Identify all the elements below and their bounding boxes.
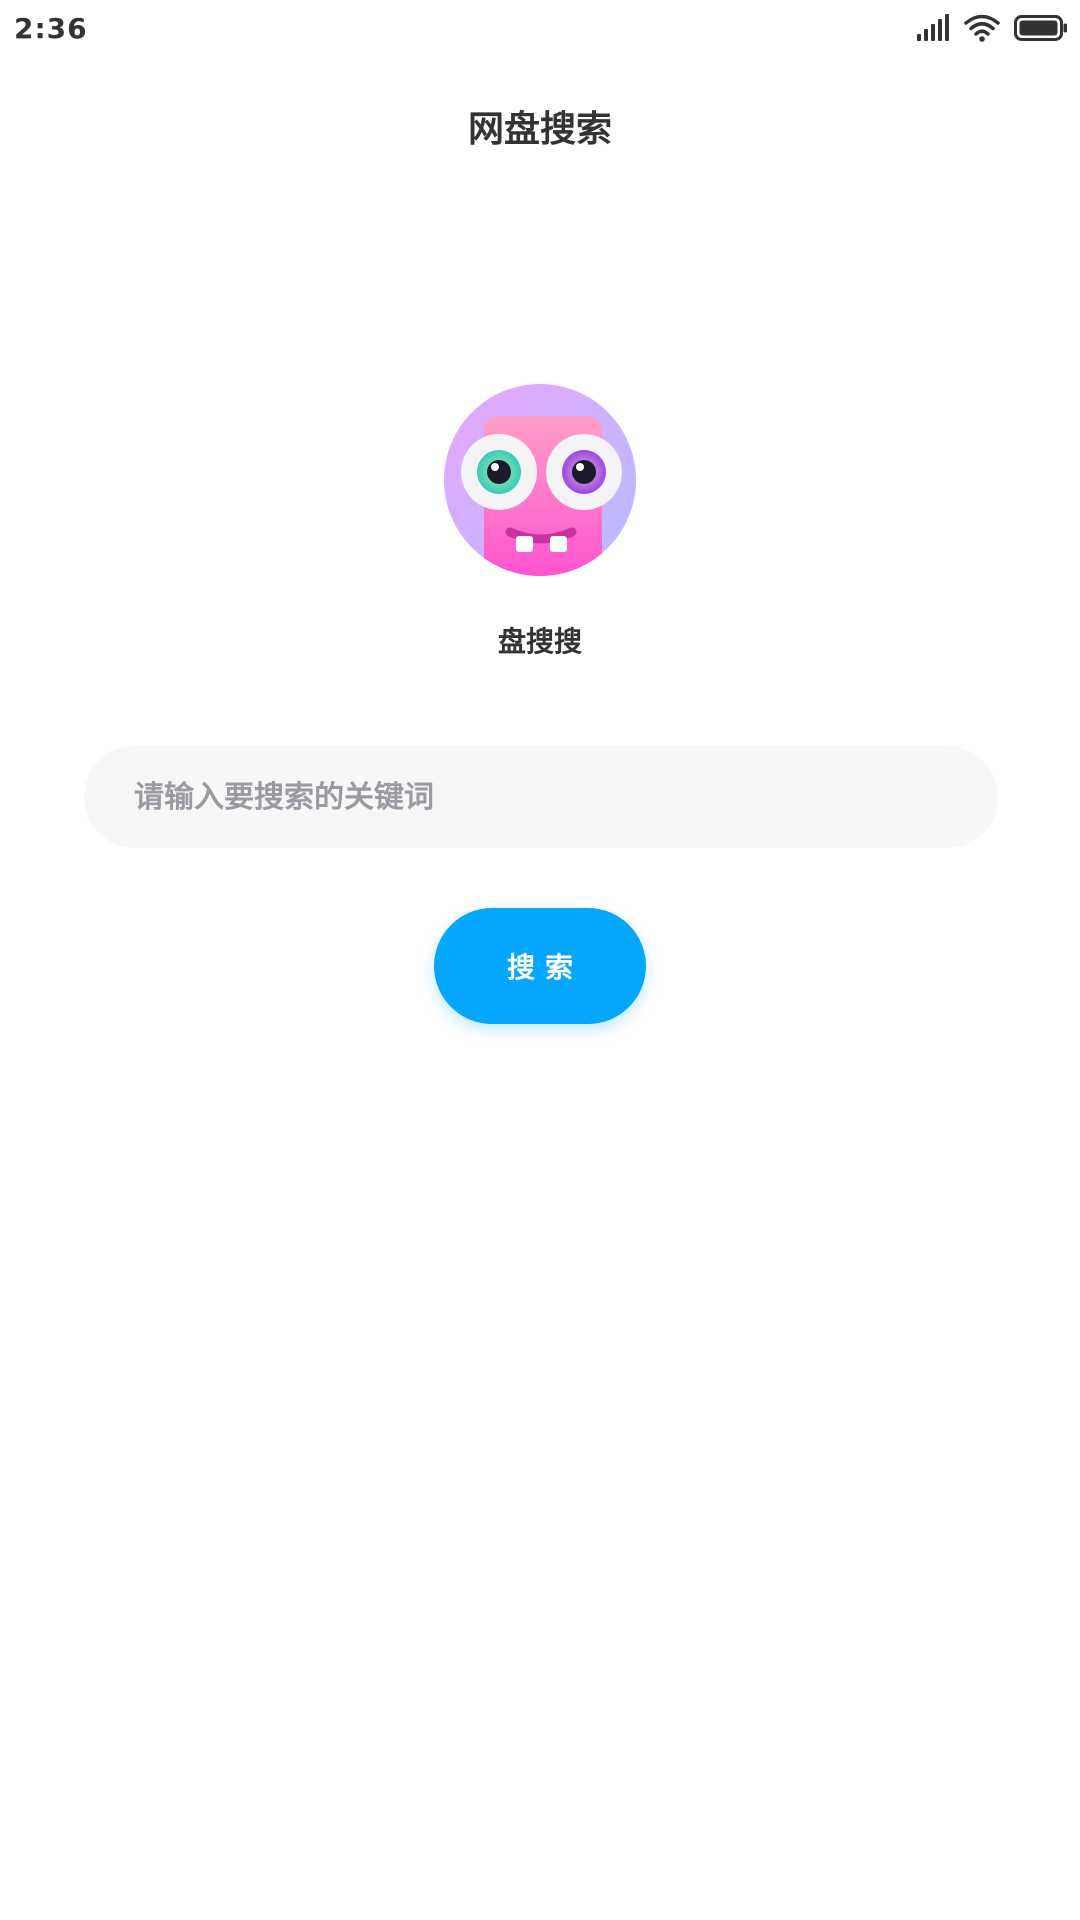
search-box[interactable] (84, 746, 998, 848)
app-name: 盘搜搜 (497, 625, 582, 658)
monster-logo-icon (444, 384, 636, 576)
status-bar: 2:36 (0, 0, 1080, 60)
battery-icon (1014, 15, 1068, 41)
status-time: 2:36 (14, 12, 88, 45)
wifi-icon (964, 14, 1000, 42)
status-icons (916, 14, 1068, 42)
search-input[interactable] (132, 766, 950, 828)
page-title: 网盘搜索 (467, 109, 612, 150)
signal-icon (916, 14, 950, 42)
search-button[interactable]: 搜索 (434, 908, 646, 1024)
